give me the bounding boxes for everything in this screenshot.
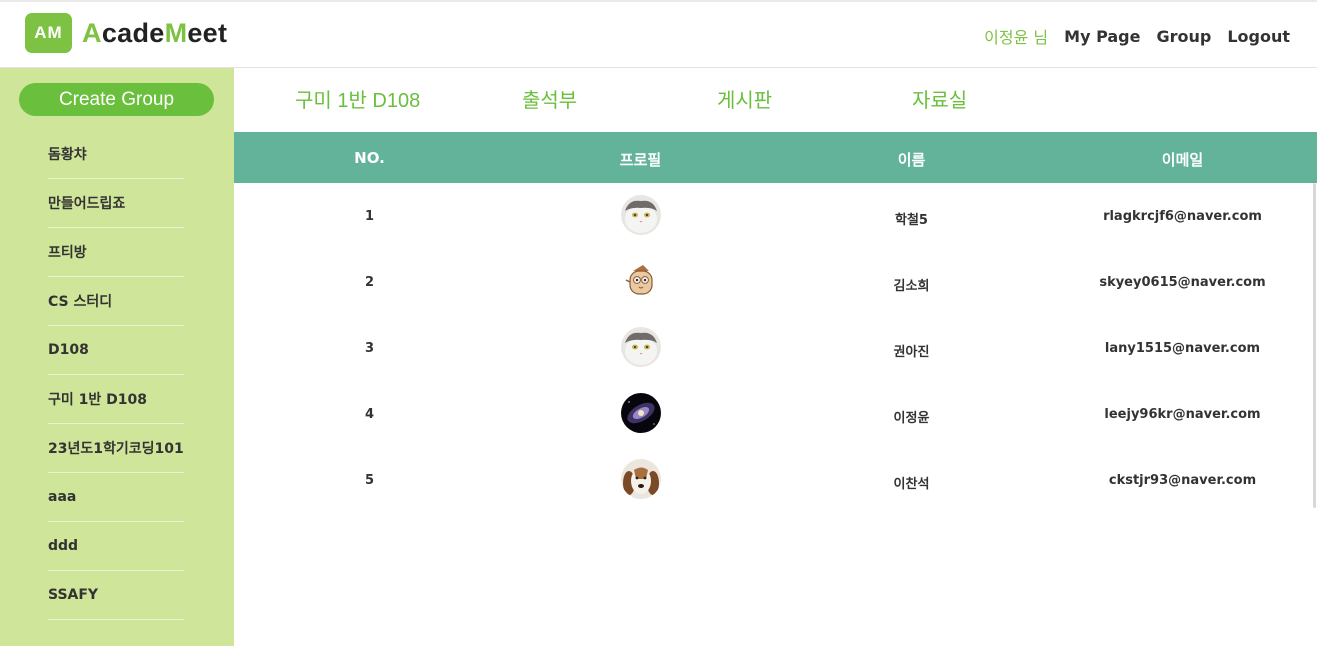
cat-avatar	[505, 195, 776, 235]
row-no: 4	[364, 407, 375, 422]
table-row: 2 김소희 skyey0615@naver.com	[234, 249, 1317, 315]
user-greeting: 이정윤 님	[984, 28, 1049, 47]
owl-avatar	[505, 261, 776, 301]
row-email: ckstjr93@naver.com	[1108, 473, 1257, 488]
app-header: AM AcadeMeet 이정윤 님 My Page Group Logout	[0, 0, 1317, 68]
sidebar-group-item[interactable]: 구미 1반 D108	[48, 375, 184, 424]
logo-text: AcadeMeet	[82, 17, 228, 48]
row-name: 권아진	[893, 345, 930, 360]
sidebar-group-item[interactable]: CS 스터디	[48, 277, 184, 326]
top-nav: 이정윤 님 My Page Group Logout	[984, 24, 1290, 48]
logo-badge: AM	[25, 13, 72, 53]
row-no: 5	[364, 473, 375, 488]
member-table: NO. 프로필 이름 이메일 1 학철5 rlagkrcjf6@naver.co…	[234, 132, 1317, 513]
group-list: 돔황챠 만들어드립죠 프티방 CS 스터디 D108 구미 1반 D108 23…	[48, 130, 184, 620]
table-row: 5 이찬석 ckstjr93@naver.com	[234, 447, 1317, 513]
group-tabs: 구미 1반 D108 출석부 게시판 자료실	[234, 68, 1317, 132]
tab-group-name[interactable]: 구미 1반 D108	[295, 84, 420, 113]
row-no: 3	[364, 341, 375, 356]
sidebar-group-item[interactable]: D108	[48, 326, 184, 375]
sidebar-group-item[interactable]: 돔황챠	[48, 130, 184, 179]
row-no: 2	[364, 275, 375, 290]
table-scrollbar[interactable]	[1313, 183, 1316, 508]
sidebar-group-item[interactable]: ddd	[48, 522, 184, 571]
cat-avatar	[505, 327, 776, 367]
header-profile: 프로필	[619, 151, 662, 169]
row-no: 1	[364, 209, 375, 224]
row-name: 학철5	[895, 213, 928, 228]
header-no: NO.	[354, 149, 385, 167]
sidebar-group-item[interactable]: 만들어드립죠	[48, 179, 184, 228]
my-page-link[interactable]: My Page	[1064, 27, 1140, 46]
sidebar-group-item[interactable]: aaa	[48, 473, 184, 522]
galaxy-avatar	[505, 393, 776, 433]
group-link[interactable]: Group	[1156, 27, 1211, 46]
row-email: lany1515@naver.com	[1104, 341, 1261, 356]
sidebar: Create Group 돔황챠 만들어드립죠 프티방 CS 스터디 D108 …	[0, 68, 234, 646]
sidebar-group-item[interactable]: 23년도1학기코딩101	[48, 424, 184, 473]
sidebar-group-item[interactable]: SSAFY	[48, 571, 184, 620]
row-name: 김소희	[893, 279, 930, 294]
row-name: 이정윤	[893, 411, 930, 426]
table-row: 3 권아진 lany1515@naver.com	[234, 315, 1317, 381]
tab-board[interactable]: 게시판	[717, 84, 772, 113]
create-group-button[interactable]: Create Group	[19, 83, 214, 116]
table-row: 4 이정윤 leejy96kr@naver.com	[234, 381, 1317, 447]
row-email: rlagkrcjf6@naver.com	[1103, 209, 1262, 224]
logout-link[interactable]: Logout	[1227, 27, 1290, 46]
row-email: skyey0615@naver.com	[1099, 275, 1266, 290]
header-name: 이름	[897, 151, 926, 169]
tab-archive[interactable]: 자료실	[912, 84, 967, 113]
table-header: NO. 프로필 이름 이메일	[234, 132, 1317, 183]
tab-attendance[interactable]: 출석부	[522, 84, 577, 113]
app-logo[interactable]: AM AcadeMeet	[25, 13, 227, 53]
table-row: 1 학철5 rlagkrcjf6@naver.com	[234, 183, 1317, 249]
header-email: 이메일	[1161, 151, 1204, 169]
row-email: leejy96kr@naver.com	[1104, 407, 1261, 422]
row-name: 이찬석	[893, 477, 930, 492]
dog-avatar	[505, 459, 776, 499]
sidebar-group-item[interactable]: 프티방	[48, 228, 184, 277]
